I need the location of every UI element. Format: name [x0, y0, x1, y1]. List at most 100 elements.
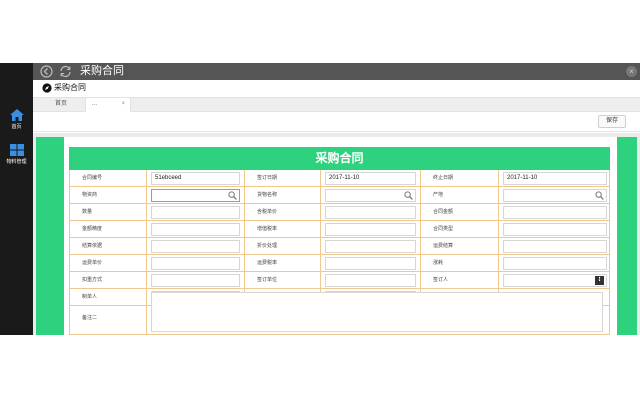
- field-value-cell: [499, 238, 609, 254]
- field-value-cell: [321, 187, 421, 203]
- field-input[interactable]: [151, 240, 240, 253]
- field-input[interactable]: 2017-11-10: [325, 172, 416, 185]
- field-label: 扣重方式: [70, 272, 147, 288]
- field-input[interactable]: [151, 274, 240, 287]
- close-icon: ×: [629, 67, 634, 76]
- field-input[interactable]: 2017-11-10: [503, 172, 607, 185]
- form-row: 金额精度 增值税率 合同类型: [70, 221, 609, 238]
- field-input[interactable]: [325, 274, 416, 287]
- field-input[interactable]: [325, 189, 416, 202]
- field-input[interactable]: [151, 189, 240, 202]
- field-value-cell: 2017-11-10: [499, 170, 609, 186]
- app-window: 首页 物料管理 采购合同 × 采购合同 首页 ... × 保存 采购合同 合同编…: [0, 63, 640, 335]
- field-input[interactable]: [503, 223, 607, 236]
- toolbar: 保存: [33, 112, 640, 132]
- field-input[interactable]: [503, 189, 607, 202]
- field-value-cell: [499, 221, 609, 237]
- field-label: 运费税率: [245, 255, 321, 271]
- field-input[interactable]: [503, 206, 607, 219]
- field-input[interactable]: [151, 223, 240, 236]
- window-title: 采购合同: [80, 65, 124, 77]
- contract-form: 采购合同 合同编号 51ebceed 签订日期 2017-11-10 终止日期 2017-…: [36, 137, 637, 335]
- form-border-right: [617, 137, 637, 335]
- content-area: 采购合同 合同编号 51ebceed 签订日期 2017-11-10 终止日期 2017-…: [33, 133, 640, 335]
- field-input[interactable]: [325, 206, 416, 219]
- tab-label: ...: [92, 101, 98, 107]
- tab-home[interactable]: 首页: [55, 98, 67, 112]
- field-value-cell: [321, 204, 421, 220]
- field-label: 合同类型: [421, 221, 499, 237]
- field-value-cell: [321, 238, 421, 254]
- close-window-button[interactable]: ×: [626, 66, 637, 77]
- field-input[interactable]: [503, 240, 607, 253]
- tab-close-icon[interactable]: ×: [121, 98, 125, 111]
- search-icon[interactable]: [228, 191, 237, 200]
- form-row: 运费单价 运费税率 涨耗: [70, 255, 609, 272]
- form-row: 数量 含税单价 合同金额: [70, 204, 609, 221]
- field-input-value: 2017-11-10: [329, 175, 360, 181]
- field-value-cell: ⁝: [499, 272, 609, 288]
- remark-label: 备注二: [70, 289, 147, 334]
- breadcrumb-text: 采购合同: [54, 83, 86, 92]
- field-label: 结算依据: [70, 238, 147, 254]
- field-input[interactable]: [325, 257, 416, 270]
- field-input-value: 2017-11-10: [507, 175, 538, 181]
- field-input[interactable]: [325, 240, 416, 253]
- compass-icon: [42, 83, 52, 93]
- form-row: 扣重方式 签订单位 签订人 ⁝: [70, 272, 609, 289]
- search-icon[interactable]: [404, 191, 413, 200]
- tab-current[interactable]: ... ×: [85, 98, 131, 112]
- form-border-left: [36, 137, 64, 335]
- field-input[interactable]: [503, 257, 607, 270]
- field-value-cell: [321, 272, 421, 288]
- field-label: 金额精度: [70, 221, 147, 237]
- breadcrumb: 采购合同: [33, 80, 640, 97]
- field-value-cell: 2017-11-10: [321, 170, 421, 186]
- field-input[interactable]: [151, 206, 240, 219]
- field-label: 签订日期: [245, 170, 321, 186]
- field-value-cell: [499, 204, 609, 220]
- field-label: 物资商: [70, 187, 147, 203]
- field-label: 数量: [70, 204, 147, 220]
- sidebar-item-material-management[interactable]: 物料管理: [0, 144, 33, 165]
- search-icon[interactable]: [595, 191, 604, 200]
- field-label: 签订单位: [245, 272, 321, 288]
- form-row: 物资商 货物名称 产地: [70, 187, 609, 204]
- sidebar-item-label: 首页: [11, 124, 22, 130]
- sidebar-item-label: 物料管理: [6, 159, 27, 165]
- field-label: 增值税率: [245, 221, 321, 237]
- field-label: 含税单价: [245, 204, 321, 220]
- field-value-cell: [147, 272, 245, 288]
- field-label: 运费单价: [70, 255, 147, 271]
- field-input-value: 51ebceed: [155, 175, 182, 181]
- field-label: 运费结算: [421, 238, 499, 254]
- field-input[interactable]: 51ebceed: [151, 172, 240, 185]
- field-label: 合同编号: [70, 170, 147, 186]
- field-label: 折价处理: [245, 238, 321, 254]
- remark-row: 备注二: [70, 289, 609, 334]
- sidebar-item-home[interactable]: 首页: [0, 109, 33, 130]
- form-title: 采购合同: [69, 147, 610, 170]
- back-icon[interactable]: [40, 65, 53, 78]
- field-input[interactable]: ⁝: [503, 274, 607, 287]
- refresh-icon[interactable]: [59, 65, 72, 78]
- field-label: 签订人: [421, 272, 499, 288]
- field-input[interactable]: [151, 257, 240, 270]
- screen: 首页 物料管理 采购合同 × 采购合同 首页 ... × 保存 采购合同 合同编…: [0, 0, 640, 400]
- field-input[interactable]: [325, 223, 416, 236]
- field-value-cell: [147, 255, 245, 271]
- form-row: 结算依据 折价处理 运费结算: [70, 238, 609, 255]
- field-label: 合同金额: [421, 204, 499, 220]
- field-value-cell: [499, 187, 609, 203]
- field-value-cell: [147, 204, 245, 220]
- windows-icon: [9, 144, 24, 156]
- field-label: 终止日期: [421, 170, 499, 186]
- field-label: 货物名称: [245, 187, 321, 203]
- field-value-cell: [147, 238, 245, 254]
- picker-icon[interactable]: ⁝: [595, 276, 604, 285]
- field-value-cell: [147, 221, 245, 237]
- remark-textarea[interactable]: [151, 292, 603, 332]
- save-button[interactable]: 保存: [598, 115, 626, 128]
- field-value-cell: [321, 255, 421, 271]
- form-table: 合同编号 51ebceed 签订日期 2017-11-10 终止日期 2017-11-10…: [69, 170, 610, 335]
